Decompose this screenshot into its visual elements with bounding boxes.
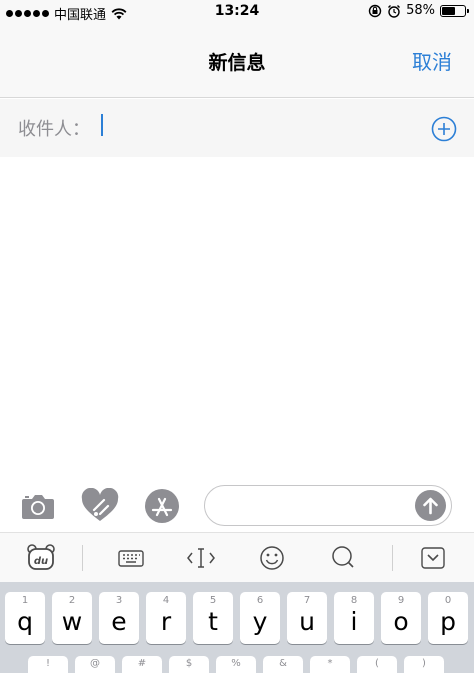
key-label: i	[350, 607, 358, 636]
key-label: y	[252, 607, 268, 636]
key-hint: 9	[397, 595, 405, 606]
key-label: e	[111, 607, 127, 636]
key-row2[interactable]: @	[75, 656, 115, 673]
key-r[interactable]: 4r	[146, 592, 186, 644]
key-hint: &	[279, 658, 287, 669]
page-title: 新信息	[208, 52, 266, 74]
digital-touch-icon[interactable]	[80, 488, 120, 524]
send-arrow-icon	[423, 497, 438, 515]
key-t[interactable]: 5t	[193, 592, 233, 644]
rotation-lock-icon	[368, 4, 382, 17]
key-row2[interactable]: &	[263, 656, 303, 673]
key-label: q	[17, 607, 33, 636]
key-hint: #	[137, 658, 147, 669]
battery-icon	[440, 4, 469, 17]
key-hint: 7	[303, 595, 311, 606]
collapse-keyboard-icon[interactable]	[418, 543, 448, 573]
key-hint: 1	[21, 595, 29, 606]
message-input[interactable]	[204, 485, 452, 526]
key-row2[interactable]: !	[28, 656, 68, 673]
emoji-icon[interactable]	[257, 543, 287, 573]
key-hint: !	[45, 658, 50, 669]
key-hint: 3	[115, 595, 123, 606]
key-label: o	[393, 607, 409, 636]
search-icon[interactable]	[328, 543, 358, 573]
key-o[interactable]: 9o	[381, 592, 421, 644]
keyboard-toolbar: du	[0, 532, 474, 582]
key-hint: @	[90, 658, 100, 669]
svg-text:du: du	[34, 556, 48, 567]
keyboard-icon[interactable]	[116, 543, 146, 573]
compose-bar	[0, 480, 474, 532]
key-i[interactable]: 8i	[334, 592, 374, 644]
key-y[interactable]: 6y	[240, 592, 280, 644]
cancel-button[interactable]: 取消	[412, 46, 452, 75]
key-q[interactable]: 1q	[5, 592, 45, 644]
key-row2[interactable]: (	[357, 656, 397, 673]
recipient-row: 收件人：	[0, 99, 474, 157]
key-row2[interactable]: )	[404, 656, 444, 673]
nav-bar: 新信息 取消	[0, 24, 474, 98]
recipient-input[interactable]	[96, 109, 406, 145]
key-row2[interactable]: %	[216, 656, 256, 673]
toolbar-divider	[392, 545, 393, 571]
key-p[interactable]: 0p	[428, 592, 468, 644]
du-bear-icon[interactable]: du	[26, 543, 56, 573]
status-right: 58%	[368, 3, 469, 18]
app-store-icon[interactable]	[142, 488, 182, 524]
key-label: t	[208, 607, 218, 636]
alarm-icon	[388, 4, 401, 18]
send-button[interactable]	[415, 490, 446, 521]
key-hint: 2	[68, 595, 76, 606]
key-hint: *	[327, 658, 333, 669]
key-hint: $	[185, 658, 193, 669]
key-hint: 0	[444, 595, 452, 606]
status-bar: 中国联通 13:24 58%	[0, 0, 474, 24]
add-contact-icon[interactable]	[431, 116, 457, 142]
key-hint: 4	[162, 595, 170, 606]
cursor-move-icon[interactable]	[186, 543, 216, 573]
battery-percent: 58%	[406, 3, 435, 18]
key-label: p	[440, 607, 456, 636]
key-label: r	[160, 607, 172, 636]
recipient-label: 收件人：	[18, 119, 90, 140]
key-w[interactable]: 2w	[52, 592, 92, 644]
key-row2[interactable]: *	[310, 656, 350, 673]
camera-icon[interactable]	[18, 488, 58, 524]
key-label: w	[61, 607, 83, 636]
key-hint: 5	[209, 595, 217, 606]
key-e[interactable]: 3e	[99, 592, 139, 644]
toolbar-divider	[82, 545, 83, 571]
key-label: u	[299, 607, 315, 636]
text-cursor	[101, 114, 103, 136]
key-hint: 8	[350, 595, 358, 606]
key-u[interactable]: 7u	[287, 592, 327, 644]
key-hint: (	[375, 658, 379, 669]
key-hint: 6	[256, 595, 264, 606]
key-hint: %	[231, 658, 241, 669]
key-hint: )	[422, 658, 426, 669]
key-row2[interactable]: #	[122, 656, 162, 673]
key-row2[interactable]: $	[169, 656, 209, 673]
keyboard: 1q2w3e4r5t6y7u8i9o0p ! @ # $% & *()	[0, 582, 474, 673]
